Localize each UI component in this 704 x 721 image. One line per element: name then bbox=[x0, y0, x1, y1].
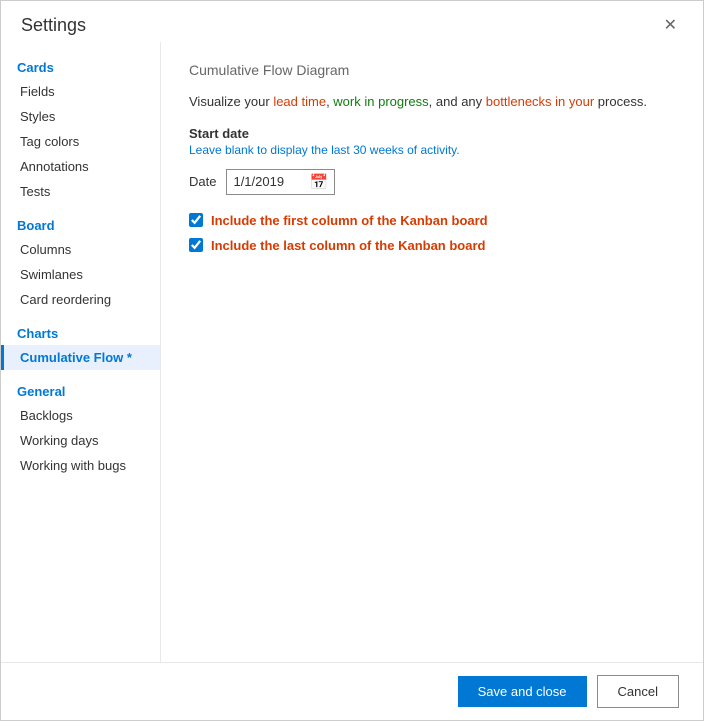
sidebar-item-annotations[interactable]: Annotations bbox=[1, 154, 160, 179]
sidebar-group-charts[interactable]: Charts bbox=[1, 318, 160, 345]
checkbox-row-last-column: Include the last column of the Kanban bo… bbox=[189, 238, 675, 253]
sidebar: Cards Fields Styles Tag colors Annotatio… bbox=[1, 42, 161, 662]
section-title: Cumulative Flow Diagram bbox=[189, 62, 675, 78]
bottlenecks-text: bottlenecks in your bbox=[486, 94, 594, 109]
include-last-column-label[interactable]: Include the last column of the Kanban bo… bbox=[211, 238, 485, 253]
date-input-wrapper[interactable]: 📅 bbox=[226, 169, 335, 195]
save-and-close-button[interactable]: Save and close bbox=[458, 676, 587, 707]
sidebar-group-board[interactable]: Board bbox=[1, 210, 160, 237]
checkbox-row-first-column: Include the first column of the Kanban b… bbox=[189, 213, 675, 228]
sidebar-item-styles[interactable]: Styles bbox=[1, 104, 160, 129]
sidebar-group-general[interactable]: General bbox=[1, 376, 160, 403]
include-first-column-checkbox[interactable] bbox=[189, 213, 203, 227]
main-content: Cumulative Flow Diagram Visualize your l… bbox=[161, 42, 703, 662]
description-text: Visualize your lead time, work in progre… bbox=[189, 92, 675, 112]
close-button[interactable]: ✕ bbox=[658, 16, 683, 36]
settings-dialog: Settings ✕ Cards Fields Styles Tag color… bbox=[0, 0, 704, 721]
work-in-progress-text: work in progress bbox=[333, 94, 428, 109]
sidebar-item-card-reordering[interactable]: Card reordering bbox=[1, 287, 160, 312]
lead-time-text: lead time bbox=[273, 94, 326, 109]
date-input[interactable] bbox=[233, 174, 303, 189]
sidebar-item-working-days[interactable]: Working days bbox=[1, 428, 160, 453]
sidebar-group-cards[interactable]: Cards bbox=[1, 52, 160, 79]
sidebar-item-working-with-bugs[interactable]: Working with bugs bbox=[1, 453, 160, 478]
start-date-label: Start date bbox=[189, 126, 675, 141]
start-date-hint: Leave blank to display the last 30 weeks… bbox=[189, 143, 675, 157]
dialog-footer: Save and close Cancel bbox=[1, 662, 703, 720]
dialog-header: Settings ✕ bbox=[1, 1, 703, 42]
dialog-body: Cards Fields Styles Tag colors Annotatio… bbox=[1, 42, 703, 662]
sidebar-item-cumulative-flow[interactable]: Cumulative Flow * bbox=[1, 345, 160, 370]
dialog-title: Settings bbox=[21, 15, 86, 36]
sidebar-item-swimlanes[interactable]: Swimlanes bbox=[1, 262, 160, 287]
sidebar-item-tests[interactable]: Tests bbox=[1, 179, 160, 204]
date-row: Date 📅 bbox=[189, 169, 675, 195]
sidebar-item-fields[interactable]: Fields bbox=[1, 79, 160, 104]
date-label: Date bbox=[189, 174, 216, 189]
include-first-column-label[interactable]: Include the first column of the Kanban b… bbox=[211, 213, 488, 228]
cancel-button[interactable]: Cancel bbox=[597, 675, 679, 708]
sidebar-item-columns[interactable]: Columns bbox=[1, 237, 160, 262]
include-last-column-checkbox[interactable] bbox=[189, 238, 203, 252]
calendar-icon[interactable]: 📅 bbox=[309, 173, 328, 191]
sidebar-item-backlogs[interactable]: Backlogs bbox=[1, 403, 160, 428]
sidebar-item-tag-colors[interactable]: Tag colors bbox=[1, 129, 160, 154]
